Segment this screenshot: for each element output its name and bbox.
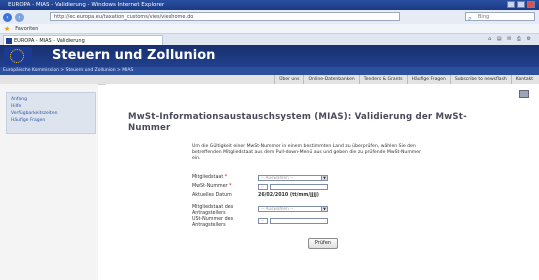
nav-item-about[interactable]: Über uns bbox=[274, 75, 303, 84]
nav-item-contact[interactable]: Kontakt bbox=[510, 75, 537, 84]
vat-number-label: MwSt-Nummer bbox=[192, 184, 228, 189]
favorites-button[interactable]: Favoriten bbox=[15, 26, 38, 32]
site-banner: Steuern und Zollunion bbox=[0, 45, 539, 67]
eu-favicon-icon bbox=[6, 38, 12, 44]
minimize-button[interactable] bbox=[507, 1, 515, 8]
eu-flag-logo bbox=[4, 47, 32, 65]
sidebar-item-availability[interactable]: Verfügbarkeitszeiten bbox=[11, 110, 91, 117]
breadcrumb[interactable]: Europäische Kommission > Steuern und Zol… bbox=[0, 67, 539, 75]
page-title: MwSt-Informationsaustauschsystem (MIAS):… bbox=[128, 112, 467, 133]
required-marker: * bbox=[229, 184, 232, 189]
nav-item-tenders[interactable]: Tenders & Grants bbox=[358, 75, 407, 84]
requester-vat-label: USt-Nummer des Antragstellers bbox=[192, 217, 234, 228]
date-value: 26/02/2010 (tt/mm/jjjj) bbox=[258, 193, 319, 198]
nav-item-newsflash[interactable]: Subscribe to newsflash bbox=[449, 75, 511, 84]
star-icon: ★ bbox=[4, 24, 11, 33]
member-state-row: Mitgliedstaat * bbox=[192, 175, 227, 180]
main-content: MwSt-Informationsaustauschsystem (MIAS):… bbox=[106, 84, 539, 280]
chevron-down-icon: ▼ bbox=[321, 207, 327, 211]
url-input[interactable]: http://ec.europa.eu/taxation_customs/vie… bbox=[50, 12, 400, 21]
close-button[interactable] bbox=[527, 1, 535, 8]
maximize-button[interactable] bbox=[517, 1, 525, 8]
vat-prefix-field: -- bbox=[258, 184, 268, 190]
toolbar-icons[interactable]: ⌂ ▤ ✉ ⎙ ⚙ bbox=[488, 36, 533, 42]
left-column: Anfang Hilfe Verfügbarkeitszeiten Häufig… bbox=[0, 84, 98, 280]
submit-button[interactable]: Prüfen bbox=[308, 238, 338, 249]
nav-item-databases[interactable]: Online-Datenbanken bbox=[303, 75, 358, 84]
window-controls bbox=[507, 1, 535, 8]
requester-prefix-field: -- bbox=[258, 218, 268, 224]
search-input[interactable]: ⌕ Bing bbox=[465, 12, 535, 22]
address-bar: ‹ › http://ec.europa.eu/taxation_customs… bbox=[0, 10, 539, 25]
search-placeholder: Bing bbox=[478, 14, 490, 20]
requester-state-select[interactable]: -- Auswählen -- ▼ bbox=[258, 206, 328, 212]
date-label: Aktuelles Datum bbox=[192, 193, 232, 198]
print-icon[interactable] bbox=[519, 90, 529, 98]
required-marker: * bbox=[224, 175, 228, 180]
vat-number-input[interactable] bbox=[270, 184, 328, 190]
sidebar-item-help[interactable]: Hilfe bbox=[11, 103, 91, 110]
member-state-label: Mitgliedstaat bbox=[192, 175, 224, 180]
browser-tab[interactable]: EUROPA - MIAS - Validierung bbox=[3, 35, 163, 45]
member-state-value: -- Auswählen -- bbox=[261, 176, 294, 181]
tab-title: EUROPA - MIAS - Validierung bbox=[14, 38, 85, 44]
window-titlebar: EUROPA - MIAS - Validierung - Windows In… bbox=[0, 0, 539, 10]
favorites-bar: ★ Favoriten bbox=[0, 24, 539, 34]
requester-vat-input[interactable] bbox=[270, 218, 328, 224]
nav-item-faq[interactable]: Häufige Fragen bbox=[406, 75, 450, 84]
intro-text: Um die Gültigkeit einer MwSt-Nummer in e… bbox=[192, 144, 421, 161]
requester-state-value: -- Auswählen -- bbox=[261, 207, 294, 212]
vat-number-row: MwSt-Nummer * bbox=[192, 184, 232, 189]
sidebar-menu: Anfang Hilfe Verfügbarkeitszeiten Häufig… bbox=[6, 92, 96, 134]
requester-state-label: Mitgliedstaat des Antragstellers bbox=[192, 205, 234, 216]
search-icon: ⌕ bbox=[468, 15, 472, 22]
back-button[interactable]: ‹ bbox=[3, 12, 12, 22]
date-row: Aktuelles Datum bbox=[192, 193, 232, 198]
member-state-select[interactable]: -- Auswählen -- ▼ bbox=[258, 175, 328, 181]
forward-button[interactable]: › bbox=[15, 12, 24, 22]
banner-title: Steuern und Zollunion bbox=[52, 48, 216, 63]
window-title: EUROPA - MIAS - Validierung - Windows In… bbox=[8, 2, 165, 8]
sidebar-item-faq[interactable]: Häufige Fragen bbox=[11, 117, 91, 124]
sidebar-item-home[interactable]: Anfang bbox=[11, 96, 91, 103]
chevron-down-icon: ▼ bbox=[321, 176, 327, 180]
